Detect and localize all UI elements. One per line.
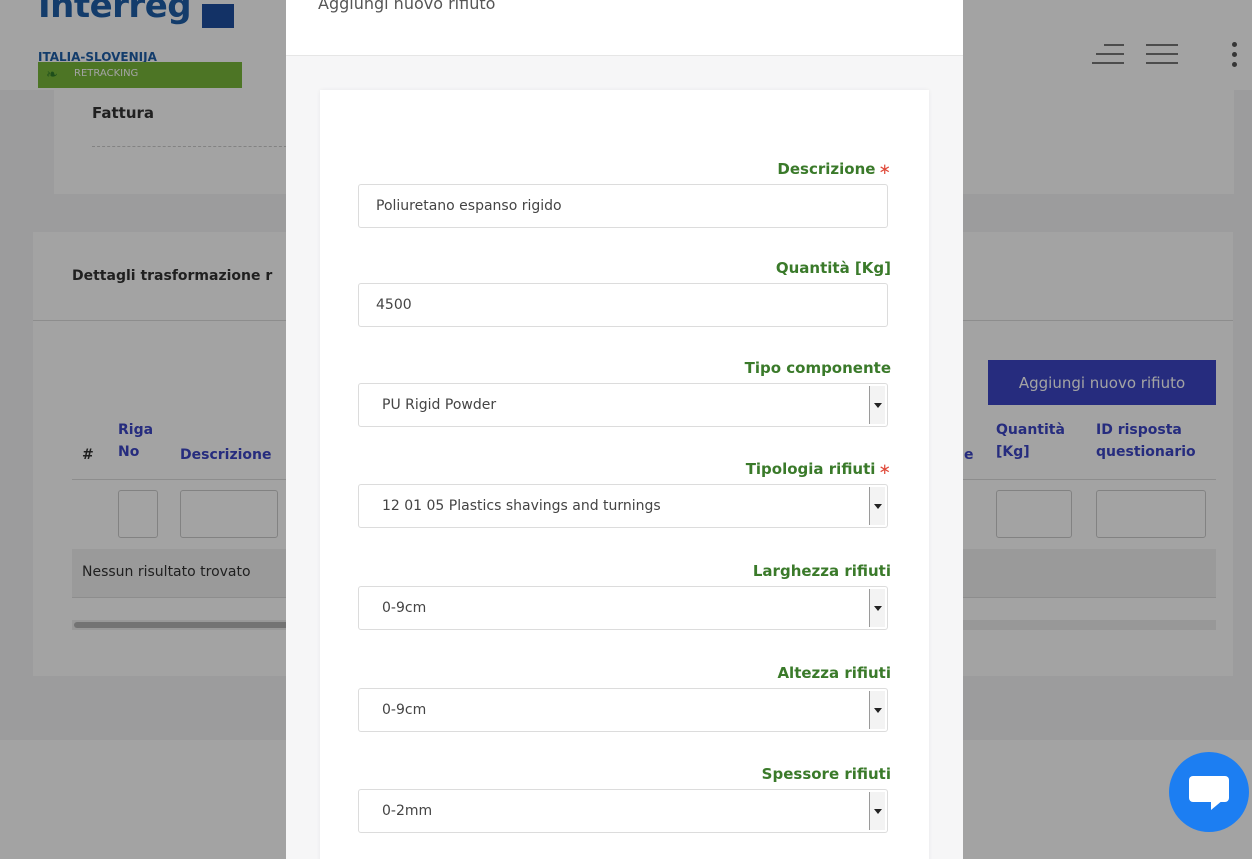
chat-icon bbox=[1189, 776, 1229, 802]
description-input[interactable]: Poliuretano espanso rigido bbox=[358, 184, 888, 228]
chevron-down-icon[interactable] bbox=[869, 691, 885, 729]
waste-height-select[interactable]: 0-9cm bbox=[358, 688, 888, 732]
modal-title: Aggiungi nuovo rifiuto bbox=[318, 0, 496, 13]
description-label: Descrizione ∗ bbox=[777, 160, 891, 178]
chat-widget-button[interactable] bbox=[1169, 752, 1249, 832]
waste-form: Descrizione ∗ Poliuretano espanso rigido … bbox=[320, 90, 929, 859]
waste-type-select[interactable]: 12 01 05 Plastics shavings and turnings bbox=[358, 484, 888, 528]
chevron-down-icon[interactable] bbox=[869, 589, 885, 627]
waste-width-label: Larghezza rifiuti bbox=[752, 562, 891, 580]
waste-type-label: Tipologia rifiuti ∗ bbox=[745, 460, 891, 478]
quantity-input[interactable]: 4500 bbox=[358, 283, 888, 327]
waste-width-select[interactable]: 0-9cm bbox=[358, 586, 888, 630]
chevron-down-icon[interactable] bbox=[869, 792, 885, 830]
component-type-label: Tipo componente bbox=[744, 359, 891, 377]
quantity-label: Quantità [Kg] bbox=[775, 259, 891, 277]
waste-height-label: Altezza rifiuti bbox=[777, 664, 891, 682]
chevron-down-icon[interactable] bbox=[869, 487, 885, 525]
component-type-select[interactable]: PU Rigid Powder bbox=[358, 383, 888, 427]
waste-thickness-select[interactable]: 0-2mm bbox=[358, 789, 888, 833]
add-waste-modal: Aggiungi nuovo rifiuto Descrizione ∗ Poli… bbox=[286, 0, 963, 859]
chevron-down-icon[interactable] bbox=[869, 386, 885, 424]
modal-body: Descrizione ∗ Poliuretano espanso rigido … bbox=[286, 56, 963, 859]
waste-thickness-label: Spessore rifiuti bbox=[761, 765, 891, 783]
